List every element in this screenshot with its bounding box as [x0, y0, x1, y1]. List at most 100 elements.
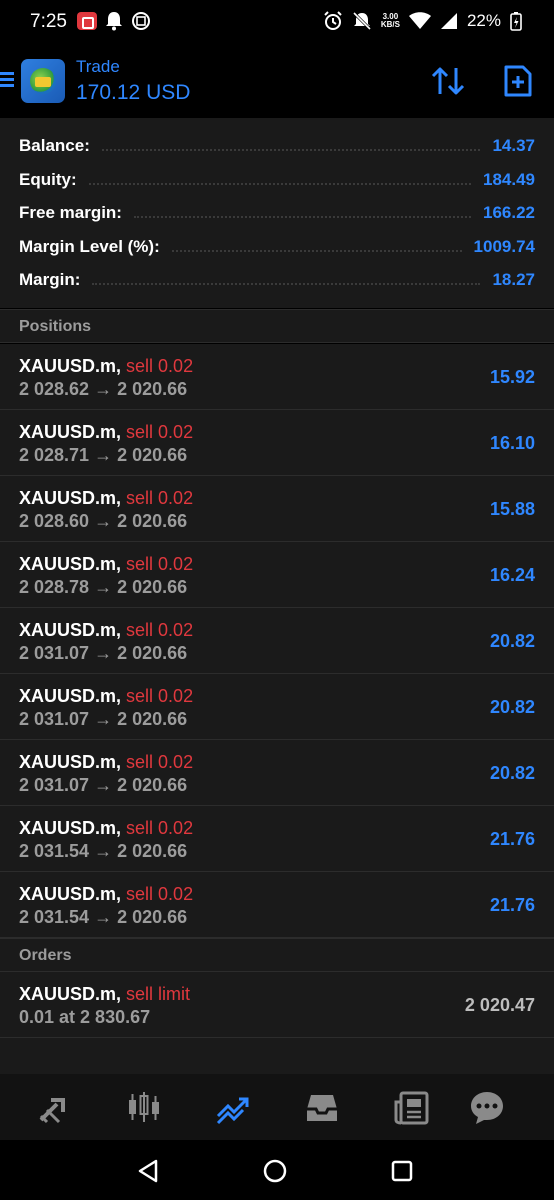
position-symbol: XAUUSD.m,: [19, 620, 122, 640]
order-symbol: XAUUSD.m,: [19, 984, 122, 1004]
new-order-icon[interactable]: [504, 65, 532, 97]
chat-icon[interactable]: [469, 1090, 505, 1126]
order-detail: 0.01 at 2 830.67: [19, 1007, 151, 1027]
system-navigation: [0, 1140, 554, 1200]
chart-icon[interactable]: [126, 1090, 162, 1126]
free-margin-row: Free margin: 166.22: [19, 200, 535, 226]
wifi-icon: [408, 12, 431, 29]
position-row[interactable]: XAUUSD.m, sell 0.02 2 031.54 → 2 020.66 21…: [0, 872, 554, 938]
position-symbol: XAUUSD.m,: [19, 884, 122, 904]
status-time: 7:25: [30, 11, 67, 32]
position-profit: 21.76: [489, 895, 535, 915]
equity-value: 184.49: [483, 170, 535, 189]
positions-section-header: Positions: [0, 309, 554, 343]
balance-value: 14.37: [492, 136, 535, 155]
position-prices: 2 028.62 → 2 020.66: [19, 379, 188, 399]
margin-level-value: 1009.74: [473, 237, 535, 256]
equity-label: Equity:: [19, 170, 77, 189]
balance-row: Balance: 14.37: [19, 133, 535, 159]
margin-label: Margin:: [19, 270, 81, 289]
news-icon[interactable]: [393, 1090, 429, 1126]
orders-header-label: Orders: [19, 947, 72, 964]
app-header: Trade 170.12 USD: [0, 44, 554, 118]
margin-value: 18.27: [492, 270, 535, 289]
position-prices: 2 031.54 → 2 020.66: [19, 907, 188, 927]
free-margin-value: 166.22: [483, 203, 535, 222]
position-profit: 21.76: [489, 829, 535, 849]
position-row[interactable]: XAUUSD.m, sell 0.02 2 031.07 → 2 020.66 20…: [0, 608, 554, 674]
position-row[interactable]: XAUUSD.m, sell 0.02 2 031.07 → 2 020.66 20…: [0, 674, 554, 740]
orders-section-header: Orders: [0, 938, 554, 972]
position-prices: 2 031.07 → 2 020.66: [19, 643, 188, 663]
position-row[interactable]: XAUUSD.m, sell 0.02 2 031.07 → 2 020.66 20…: [0, 740, 554, 806]
net-speed: 3.00 KB/S: [380, 12, 400, 29]
position-side: sell 0.02: [126, 884, 194, 904]
account-summary: Balance: 14.37 Equity: 184.49 Free margi…: [0, 118, 554, 308]
position-side: sell 0.02: [126, 620, 194, 640]
position-symbol: XAUUSD.m,: [19, 686, 122, 706]
app-notification-icon: [132, 12, 150, 30]
position-row[interactable]: XAUUSD.m, sell 0.02 2 028.62 → 2 020.66 15…: [0, 344, 554, 410]
page-title: Trade: [76, 57, 120, 76]
position-profit: 16.10: [489, 433, 535, 453]
position-profit: 20.82: [489, 763, 535, 783]
screen-record-icon: [77, 12, 97, 30]
positions-header-label: Positions: [19, 318, 92, 335]
position-row[interactable]: XAUUSD.m, sell 0.02 2 031.54 → 2 020.66 21…: [0, 806, 554, 872]
position-side: sell 0.02: [126, 422, 194, 442]
sort-icon[interactable]: [430, 66, 466, 96]
position-profit: 20.82: [489, 631, 535, 651]
recents-icon[interactable]: [389, 1158, 415, 1184]
home-icon[interactable]: [262, 1158, 288, 1184]
position-row[interactable]: XAUUSD.m, sell 0.02 2 028.78 → 2 020.66 16…: [0, 542, 554, 608]
balance-label: Balance:: [19, 136, 90, 155]
battery-percent: 22%: [466, 11, 501, 30]
alarm-icon: [324, 11, 342, 30]
position-prices: 2 028.78 → 2 020.66: [19, 577, 188, 597]
trade-icon[interactable]: [215, 1090, 251, 1126]
position-symbol: XAUUSD.m,: [19, 422, 122, 442]
mute-icon: [352, 11, 371, 31]
position-prices: 2 028.71 → 2 020.66: [19, 445, 188, 465]
position-row[interactable]: XAUUSD.m, sell 0.02 2 028.60 → 2 020.66 15…: [0, 476, 554, 542]
order-row[interactable]: XAUUSD.m, sell limit 0.01 at 2 830.67 2 …: [0, 972, 554, 1038]
position-side: sell 0.02: [126, 752, 194, 772]
position-prices: 2 031.07 → 2 020.66: [19, 775, 188, 795]
position-side: sell 0.02: [126, 686, 194, 706]
position-profit: 15.88: [489, 499, 535, 519]
bottom-navigation: [0, 1074, 554, 1140]
free-margin-label: Free margin:: [19, 203, 122, 222]
position-symbol: XAUUSD.m,: [19, 488, 122, 508]
menu-icon[interactable]: [0, 72, 14, 88]
position-symbol: XAUUSD.m,: [19, 752, 122, 772]
position-profit: 15.92: [489, 367, 535, 387]
position-side: sell 0.02: [126, 818, 194, 838]
position-symbol: XAUUSD.m,: [19, 818, 122, 838]
signal-icon: [440, 13, 457, 29]
position-side: sell 0.02: [126, 554, 194, 574]
position-prices: 2 028.60 → 2 020.66: [19, 511, 188, 531]
order-side: sell limit: [126, 984, 191, 1004]
margin-level-label: Margin Level (%):: [19, 237, 160, 256]
battery-charging-icon: [510, 12, 522, 31]
position-prices: 2 031.54 → 2 020.66: [19, 841, 188, 861]
position-profit: 20.82: [489, 697, 535, 717]
order-current-price: 2 020.47: [464, 995, 535, 1015]
equity-row: Equity: 184.49: [19, 167, 535, 193]
margin-row: Margin: 18.27: [19, 267, 535, 293]
position-row[interactable]: XAUUSD.m, sell 0.02 2 028.71 → 2 020.66 16…: [0, 410, 554, 476]
bell-icon: [106, 12, 122, 31]
margin-level-row: Margin Level (%): 1009.74: [19, 234, 535, 260]
position-side: sell 0.02: [126, 356, 194, 376]
position-symbol: XAUUSD.m,: [19, 554, 122, 574]
list-end-spacer: [0, 1038, 554, 1074]
position-prices: 2 031.07 → 2 020.66: [19, 709, 188, 729]
metatrader-logo: [21, 59, 65, 103]
position-symbol: XAUUSD.m,: [19, 356, 122, 376]
quotes-icon[interactable]: [37, 1090, 73, 1126]
position-profit: 16.24: [489, 565, 535, 585]
status-bar: 7:25 3.00 KB/S 22%: [0, 0, 554, 44]
header-balance: 170.12 USD: [76, 81, 191, 104]
back-icon[interactable]: [136, 1158, 162, 1184]
history-icon[interactable]: [304, 1090, 340, 1126]
